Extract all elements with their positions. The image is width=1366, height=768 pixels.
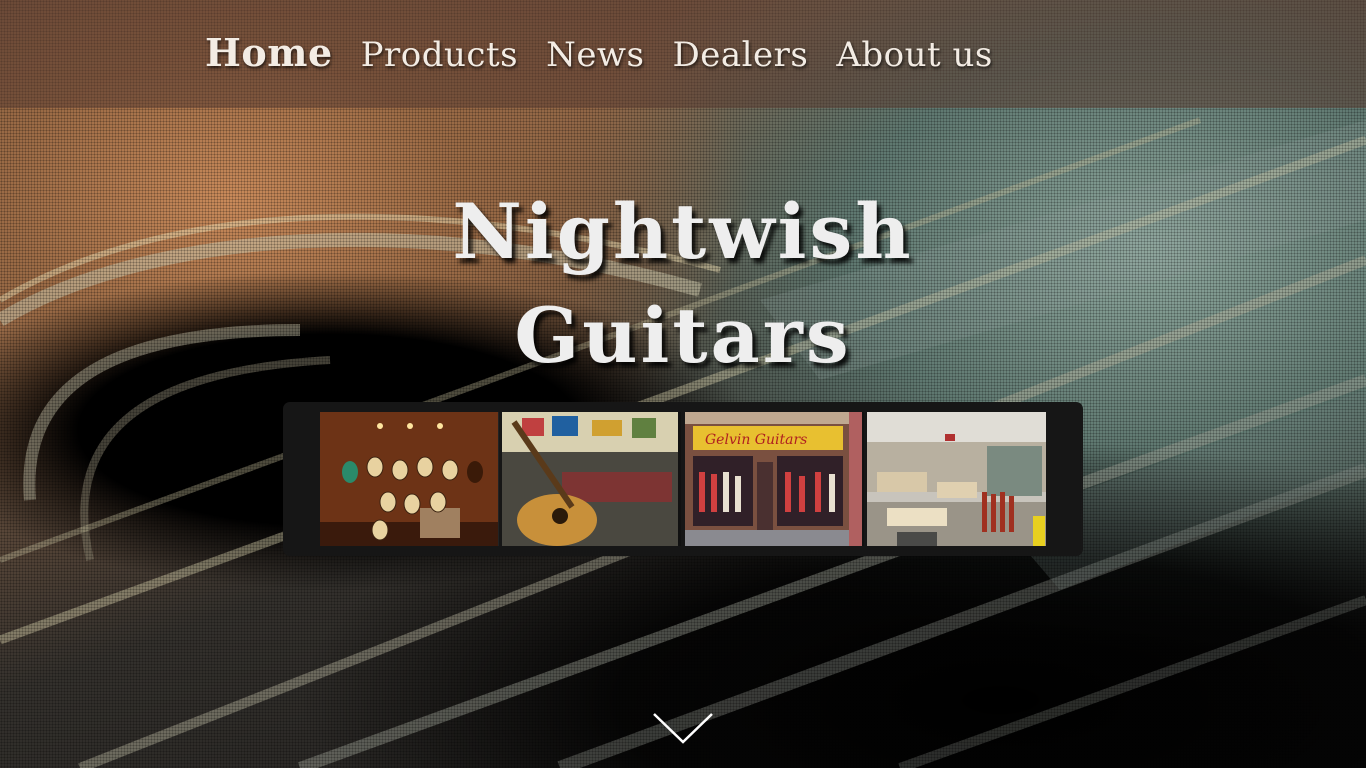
- gallery-image-factory-floor[interactable]: [867, 412, 1046, 546]
- svg-text:Gelvin Guitars: Gelvin Guitars: [705, 432, 807, 448]
- nav-item-about-us[interactable]: About us: [836, 35, 993, 75]
- nav-menu: Home Products News Dealers About us: [205, 30, 993, 75]
- nav-item-dealers[interactable]: Dealers: [672, 35, 808, 75]
- hero-title: Nightwish Guitars: [283, 180, 1083, 388]
- photo-gallery-strip: Gelvin Guitars: [283, 402, 1083, 556]
- scroll-down-button[interactable]: [652, 712, 714, 746]
- top-navigation-bar: Home Products News Dealers About us: [0, 0, 1366, 108]
- hero-title-line-1: Nightwish: [452, 187, 914, 276]
- hero-title-line-2: Guitars: [514, 291, 852, 380]
- gallery-image-acoustic-workshop[interactable]: [502, 412, 681, 546]
- chevron-down-icon: [653, 713, 713, 744]
- gallery-image-guitar-wall[interactable]: [320, 412, 499, 546]
- nav-item-home[interactable]: Home: [205, 30, 333, 75]
- nav-item-news[interactable]: News: [546, 35, 644, 75]
- nav-item-products[interactable]: Products: [361, 35, 518, 75]
- gallery-image-storefront[interactable]: Gelvin Guitars: [685, 412, 864, 546]
